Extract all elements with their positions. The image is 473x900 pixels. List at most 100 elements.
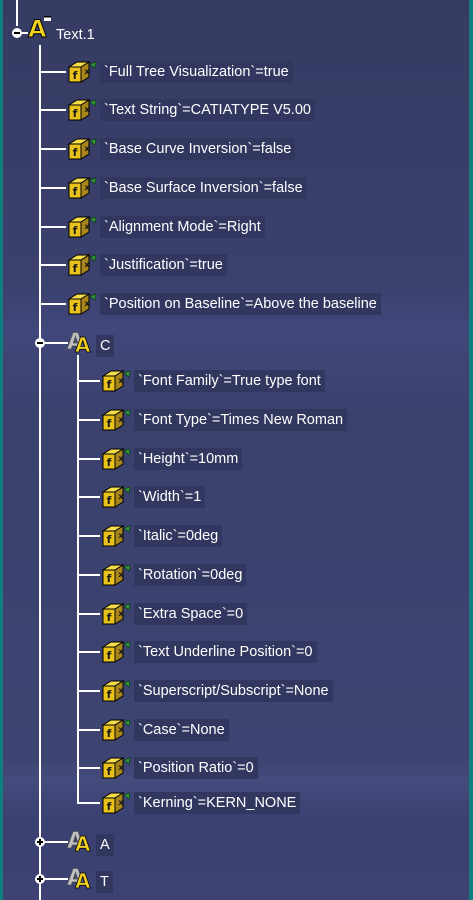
svg-text:A: A: [75, 832, 91, 854]
parameter-formula-icon[interactable]: fx: [100, 447, 132, 471]
parameter-label[interactable]: `Position on Baseline`=Above the baselin…: [100, 292, 381, 315]
svg-text:x: x: [118, 531, 124, 540]
parameter-label[interactable]: `Italic`=0deg: [134, 525, 223, 548]
parameter-formula-icon[interactable]: fx: [100, 602, 132, 626]
svg-text:f: f: [73, 107, 78, 120]
parameter-formula-icon[interactable]: fx: [100, 640, 132, 664]
svg-text:x: x: [118, 454, 124, 463]
tree-connector-horizontal: [40, 70, 66, 73]
svg-text:f: f: [107, 572, 112, 585]
svg-text:x: x: [84, 67, 90, 76]
tree-connector-horizontal: [40, 109, 66, 112]
parameter-formula-icon[interactable]: fx: [100, 408, 132, 432]
parameter-formula-icon[interactable]: fx: [66, 176, 98, 200]
svg-text:f: f: [73, 146, 78, 159]
parameter-label[interactable]: `Base Surface Inversion`=false: [100, 176, 307, 199]
parameter-formula-icon[interactable]: fx: [100, 679, 132, 703]
svg-text:x: x: [84, 222, 90, 231]
svg-text:f: f: [107, 765, 112, 778]
svg-text:f: f: [73, 301, 78, 314]
parameter-label[interactable]: `Case`=None: [134, 718, 229, 741]
char-t-expand-toggle[interactable]: [35, 874, 45, 885]
parameter-formula-icon[interactable]: fx: [100, 718, 132, 742]
parameter-label[interactable]: `Rotation`=0deg: [134, 563, 247, 586]
root-expand-toggle[interactable]: [12, 28, 22, 38]
svg-text:f: f: [73, 69, 78, 82]
tree-connector-horizontal: [78, 457, 100, 460]
parameter-formula-icon[interactable]: fx: [100, 485, 132, 509]
tree-connector-vertical: [16, 0, 18, 26]
svg-text:x: x: [118, 798, 124, 807]
parameter-label[interactable]: `Text String`=CATIATYPE V5.00: [100, 99, 315, 122]
svg-text:x: x: [118, 415, 124, 424]
parameter-label[interactable]: `Kerning`=KERN_NONE: [134, 792, 301, 814]
character-label[interactable]: A: [96, 833, 114, 856]
parameter-label[interactable]: `Text Underline Position`=0: [134, 641, 317, 664]
parameter-formula-icon[interactable]: fx: [100, 756, 132, 780]
parameter-label[interactable]: `Alignment Mode`=Right: [100, 215, 265, 238]
character-icon[interactable]: AA: [64, 826, 94, 858]
svg-text:x: x: [118, 570, 124, 579]
svg-text:f: f: [107, 417, 112, 430]
char-c-expand-toggle[interactable]: [35, 337, 45, 348]
tree-connector-horizontal: [40, 225, 66, 228]
parameter-label[interactable]: `Font Type`=Times New Roman: [134, 409, 348, 431]
parameter-formula-icon[interactable]: fx: [100, 563, 132, 587]
svg-text:f: f: [107, 800, 112, 813]
parameter-formula-icon[interactable]: fx: [100, 791, 132, 815]
svg-text:f: f: [107, 378, 112, 391]
character-icon[interactable]: AA: [64, 327, 94, 359]
svg-text:x: x: [118, 763, 124, 772]
specification-tree: A Text.1 f x `Full Tree Visualization`=true f…: [0, 0, 473, 900]
svg-text:f: f: [107, 456, 112, 469]
parameter-label[interactable]: `Base Curve Inversion`=false: [100, 138, 296, 161]
parameter-formula-icon[interactable]: fx: [66, 215, 98, 239]
parameter-label[interactable]: `Justification`=true: [100, 254, 227, 277]
parameter-label[interactable]: `Font Family`=True type font: [134, 370, 325, 393]
parameter-formula-icon[interactable]: fx: [100, 524, 132, 548]
svg-text:f: f: [107, 533, 112, 546]
text-feature-icon[interactable]: A: [24, 13, 54, 47]
parameter-formula-icon[interactable]: fx: [66, 98, 98, 122]
svg-text:f: f: [73, 224, 78, 237]
tree-connector-horizontal: [40, 264, 66, 267]
tree-connector-vertical: [39, 45, 41, 900]
tree-frame-left: [0, 0, 3, 900]
tree-connector-horizontal: [40, 302, 66, 305]
svg-text:x: x: [118, 686, 124, 695]
parameter-formula-icon[interactable]: fx: [66, 60, 98, 84]
svg-text:x: x: [118, 609, 124, 618]
parameter-formula-icon[interactable]: fx: [66, 137, 98, 161]
svg-text:f: f: [107, 688, 112, 701]
svg-text:f: f: [107, 494, 112, 507]
tree-connector-horizontal: [78, 496, 100, 499]
parameter-formula-icon[interactable]: fx: [100, 369, 132, 393]
tree-connector-horizontal: [40, 186, 66, 189]
tree-connector-horizontal: [78, 802, 100, 804]
char-a-expand-toggle[interactable]: [35, 836, 45, 847]
parameter-label[interactable]: `Height`=10mm: [134, 447, 243, 470]
svg-text:x: x: [84, 144, 90, 153]
tree-connector-horizontal: [78, 419, 100, 421]
parameter-label[interactable]: `Position Ratio`=0: [134, 757, 258, 780]
parameter-formula-icon[interactable]: fx: [66, 292, 98, 316]
root-node-label[interactable]: Text.1: [52, 24, 99, 46]
character-label[interactable]: T: [96, 871, 113, 894]
svg-text:x: x: [84, 260, 90, 269]
tree-connector-horizontal: [78, 380, 100, 383]
tree-connector-horizontal: [78, 612, 100, 615]
svg-text:f: f: [107, 611, 112, 624]
parameter-label[interactable]: `Width`=1: [134, 486, 206, 509]
svg-text:x: x: [84, 299, 90, 308]
svg-text:x: x: [84, 183, 90, 192]
parameter-label[interactable]: `Superscript/Subscript`=None: [134, 679, 333, 702]
parameter-label[interactable]: `Extra Space`=0: [134, 602, 248, 625]
parameter-formula-icon[interactable]: fx: [66, 253, 98, 277]
svg-text:f: f: [107, 727, 112, 740]
tree-connector-horizontal: [78, 535, 100, 538]
character-icon[interactable]: AA: [64, 863, 94, 895]
svg-text:x: x: [118, 647, 124, 656]
character-label[interactable]: C: [96, 334, 115, 357]
svg-text:A: A: [75, 333, 91, 355]
parameter-label[interactable]: `Full Tree Visualization`=true: [100, 60, 293, 83]
